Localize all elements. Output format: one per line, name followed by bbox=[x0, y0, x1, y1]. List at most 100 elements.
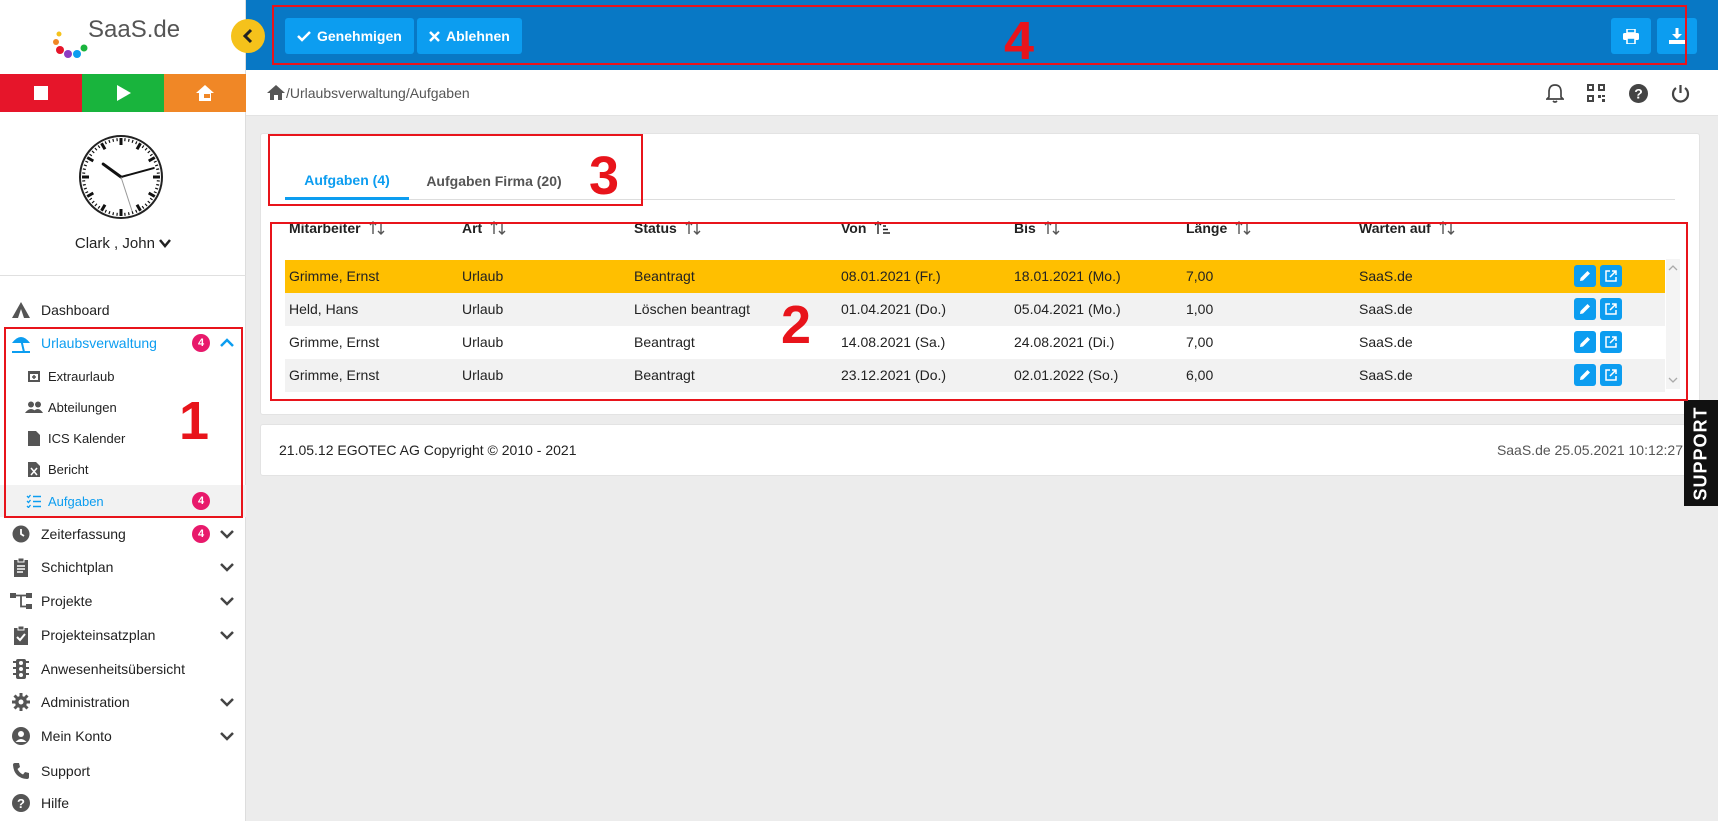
cell-bis: 18.01.2021 (Mo.) bbox=[1014, 268, 1121, 284]
stop-button[interactable] bbox=[0, 74, 82, 112]
sidebar-item-dashboard[interactable]: Dashboard bbox=[0, 294, 246, 326]
cell-mitarbeiter: Grimme, Ernst bbox=[289, 268, 380, 284]
annotation-number-4: 4 bbox=[1004, 11, 1035, 71]
col-header-warten-auf[interactable]: Warten auf bbox=[1359, 220, 1455, 236]
divider bbox=[0, 275, 246, 276]
sidebar-item-label: Mein Konto bbox=[41, 728, 112, 744]
table-row[interactable]: Held, Hans Urlaub Löschen beantragt 01.0… bbox=[285, 293, 1665, 326]
chevron-down-icon bbox=[220, 563, 234, 572]
sidebar-item-anwesenheitsuebersicht[interactable]: Anwesenheitsübersicht bbox=[0, 653, 246, 685]
sidebar-item-label: Schichtplan bbox=[41, 559, 114, 575]
cell-warten-auf: SaaS.de bbox=[1359, 301, 1413, 317]
table-row[interactable]: Grimme, Ernst Urlaub Beantragt 08.01.202… bbox=[285, 260, 1665, 293]
sidebar-item-label: Abteilungen bbox=[48, 399, 117, 415]
sidebar-item-aufgaben[interactable]: Aufgaben 4 bbox=[0, 485, 246, 517]
sidebar-item-hilfe[interactable]: ? Hilfe bbox=[0, 787, 246, 819]
cell-warten-auf: SaaS.de bbox=[1359, 334, 1413, 350]
edit-button[interactable] bbox=[1574, 331, 1596, 353]
logout-button[interactable] bbox=[1669, 82, 1691, 104]
col-header-art[interactable]: Art bbox=[462, 220, 506, 236]
help-button[interactable]: ? bbox=[1627, 82, 1649, 104]
tab-aufgaben-firma[interactable]: Aufgaben Firma (20) bbox=[409, 162, 579, 200]
sidebar-item-abteilungen[interactable]: Abteilungen bbox=[0, 391, 246, 423]
collapse-sidebar-button[interactable] bbox=[231, 19, 265, 53]
cell-laenge: 6,00 bbox=[1186, 367, 1214, 383]
sidebar-item-ics-kalender[interactable]: ICS Kalender bbox=[0, 422, 246, 454]
saas-logo[interactable]: SaaS.de bbox=[50, 14, 220, 62]
qr-code-button[interactable] bbox=[1585, 82, 1607, 104]
sidebar-item-label: Zeiterfassung bbox=[41, 526, 126, 542]
sidebar-item-support[interactable]: Support bbox=[0, 755, 246, 787]
home-icon[interactable] bbox=[266, 84, 286, 101]
open-external-button[interactable] bbox=[1600, 265, 1622, 287]
col-header-label: Von bbox=[841, 220, 867, 236]
user-menu[interactable]: Clark , John bbox=[0, 235, 246, 252]
account-icon bbox=[10, 725, 32, 747]
sidebar-item-label: ICS Kalender bbox=[48, 430, 126, 446]
print-button[interactable] bbox=[1611, 18, 1651, 54]
open-external-button[interactable] bbox=[1600, 298, 1622, 320]
col-header-mitarbeiter[interactable]: Mitarbeiter bbox=[289, 220, 385, 236]
logo-mark-icon bbox=[53, 31, 88, 58]
table-row[interactable]: Grimme, Ernst Urlaub Beantragt 23.12.202… bbox=[285, 359, 1665, 392]
edit-button[interactable] bbox=[1574, 298, 1596, 320]
sidebar-item-label: Projekteinsatzplan bbox=[41, 627, 156, 643]
col-header-laenge[interactable]: Länge bbox=[1186, 220, 1251, 236]
people-icon bbox=[23, 396, 45, 418]
help-icon: ? bbox=[1628, 83, 1648, 103]
cell-von: 14.08.2021 (Sa.) bbox=[841, 334, 946, 350]
download-button[interactable] bbox=[1657, 18, 1697, 54]
check-icon bbox=[297, 31, 311, 42]
cell-von: 23.12.2021 (Do.) bbox=[841, 367, 947, 383]
page-footer: 21.05.12 EGOTEC AG Copyright © 2010 - 20… bbox=[260, 424, 1700, 476]
sidebar-item-projekteinsatzplan[interactable]: Projekteinsatzplan bbox=[0, 619, 246, 651]
breadcrumb: /Urlaubsverwaltung/Aufgaben bbox=[266, 84, 470, 101]
phone-icon bbox=[10, 760, 32, 782]
annotation-number-2: 2 bbox=[781, 295, 812, 355]
cell-status: Beantragt bbox=[634, 367, 695, 383]
copyright-text: 21.05.12 EGOTEC AG Copyright © 2010 - 20… bbox=[279, 442, 577, 458]
home-office-button[interactable] bbox=[164, 74, 246, 112]
play-button[interactable] bbox=[82, 74, 164, 112]
col-header-label: Länge bbox=[1186, 220, 1228, 236]
sidebar-item-label: Aufgaben bbox=[48, 493, 104, 509]
breadcrumb-path[interactable]: /Urlaubsverwaltung/Aufgaben bbox=[286, 85, 470, 101]
sidebar-item-urlaubsverwaltung[interactable]: Urlaubsverwaltung 4 bbox=[0, 327, 246, 359]
tab-aufgaben[interactable]: Aufgaben (4) bbox=[285, 162, 409, 200]
cell-mitarbeiter: Held, Hans bbox=[289, 301, 359, 317]
sidebar: SaaS.de Clark , John Dashboard Urlaubsve… bbox=[0, 0, 246, 821]
calendar-plus-icon bbox=[23, 365, 45, 387]
open-external-button[interactable] bbox=[1600, 364, 1622, 386]
svg-text:?: ? bbox=[17, 796, 25, 811]
sidebar-item-mein-konto[interactable]: Mein Konto bbox=[0, 720, 246, 752]
sidebar-item-projekte[interactable]: Projekte bbox=[0, 585, 246, 617]
sidebar-item-label: Dashboard bbox=[41, 302, 110, 318]
col-header-label: Mitarbeiter bbox=[289, 220, 361, 236]
table-row[interactable]: Grimme, Ernst Urlaub Beantragt 14.08.202… bbox=[285, 326, 1665, 359]
reject-button[interactable]: Ablehnen bbox=[417, 18, 522, 54]
col-header-bis[interactable]: Bis bbox=[1014, 220, 1060, 236]
sidebar-item-label: Support bbox=[41, 763, 91, 779]
sidebar-item-schichtplan[interactable]: Schichtplan bbox=[0, 551, 246, 583]
cell-mitarbeiter: Grimme, Ernst bbox=[289, 334, 380, 350]
edit-button[interactable] bbox=[1574, 364, 1596, 386]
chevron-down-icon bbox=[220, 698, 234, 707]
notifications-button[interactable] bbox=[1544, 82, 1566, 104]
table-scrollbar[interactable] bbox=[1666, 259, 1680, 389]
open-external-button[interactable] bbox=[1600, 331, 1622, 353]
edit-button[interactable] bbox=[1574, 265, 1596, 287]
sidebar-item-extraurlaub[interactable]: Extraurlaub bbox=[0, 360, 246, 392]
sidebar-item-administration[interactable]: Administration bbox=[0, 686, 246, 718]
sidebar-item-label: Anwesenheitsübersicht bbox=[41, 661, 185, 677]
tasks-card: Aufgaben (4) Aufgaben Firma (20) Mitarbe… bbox=[260, 133, 1700, 415]
col-header-von[interactable]: Von bbox=[841, 220, 891, 236]
support-tab[interactable]: SUPPORT bbox=[1684, 400, 1718, 506]
col-header-status[interactable]: Status bbox=[634, 220, 701, 236]
sidebar-item-zeiterfassung[interactable]: Zeiterfassung 4 bbox=[0, 518, 246, 550]
sort-ascending-icon bbox=[874, 221, 891, 234]
external-link-icon bbox=[1605, 303, 1617, 315]
server-time-text: SaaS.de 25.05.2021 10:12:27 bbox=[1496, 442, 1683, 458]
approve-button[interactable]: Genehmigen bbox=[285, 18, 414, 54]
cell-laenge: 7,00 bbox=[1186, 334, 1214, 350]
sidebar-item-bericht[interactable]: Bericht bbox=[0, 453, 246, 485]
